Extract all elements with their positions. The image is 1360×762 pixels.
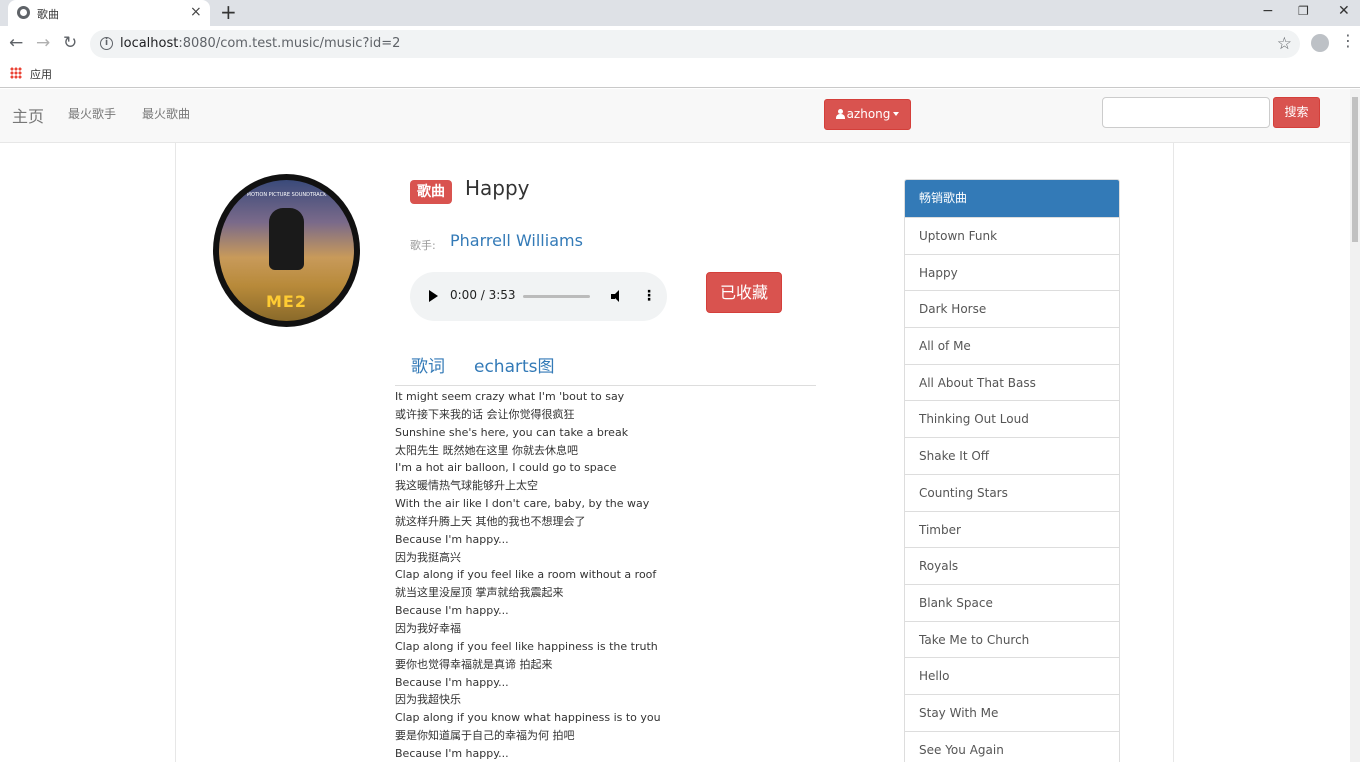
profile-avatar-icon[interactable] <box>1311 34 1329 52</box>
audio-player: 0:00 / 3:53 ⋮ <box>410 272 667 321</box>
song-badge: 歌曲 <box>410 180 452 204</box>
scrollbar-thumb[interactable] <box>1352 97 1358 242</box>
bestseller-item[interactable]: Thinking Out Loud <box>905 400 1119 437</box>
nav-top-singers-link[interactable]: 最火歌手 <box>68 105 116 122</box>
main-container: MOTION PICTURE SOUNDTRACK ME2 歌曲 Happy 歌… <box>175 143 1174 762</box>
forward-icon[interactable]: → <box>36 33 50 53</box>
lyric-line: Sunshine she's here, you can take a brea… <box>395 425 629 439</box>
lyric-line: 要是你知道属于自己的幸福为何 拍吧 <box>395 729 575 743</box>
play-icon[interactable] <box>429 290 438 302</box>
bestseller-panel: 畅销歌曲 Uptown Funk Happy Dark Horse All of Me… <box>904 179 1120 762</box>
tab-close-icon[interactable]: × <box>190 4 202 20</box>
lyric-line: Clap along if you know what happiness is… <box>395 711 661 725</box>
lyric-line: Clap along if you feel like a room witho… <box>395 568 657 582</box>
site-navbar: 主页 最火歌手 最火歌曲 azhong 搜索 <box>0 89 1350 143</box>
lyric-line: I'm a hot air balloon, I could go to spa… <box>395 461 617 475</box>
page-scrollbar[interactable] <box>1350 89 1360 762</box>
search-input[interactable] <box>1102 97 1270 128</box>
user-dropdown-button[interactable]: azhong <box>824 99 911 130</box>
bookmark-star-icon[interactable]: ☆ <box>1277 34 1292 54</box>
window-close-icon[interactable]: ✕ <box>1338 2 1350 20</box>
bestseller-item[interactable]: All About That Bass <box>905 363 1119 401</box>
browser-toolbar: ← → ↻ i localhost:8080/com.test.music/mu… <box>0 26 1360 62</box>
cover-tagline: MOTION PICTURE SOUNDTRACK <box>246 192 327 198</box>
favorite-button[interactable]: 已收藏 <box>706 272 782 313</box>
caret-down-icon <box>893 112 900 116</box>
bestseller-item[interactable]: Happy <box>905 253 1119 291</box>
bestseller-item[interactable]: Counting Stars <box>905 473 1119 511</box>
bookmarks-bar: 应用 <box>0 62 1360 88</box>
lyric-line: Clap along if you feel like happiness is… <box>395 639 658 653</box>
lyric-line: 要你也觉得幸福就是真谛 拍起来 <box>395 657 553 671</box>
lyric-line: Because I'm happy... <box>395 746 509 760</box>
lyric-line: With the air like I don't care, baby, by… <box>395 497 650 511</box>
lyric-line: Because I'm happy... <box>395 675 509 689</box>
player-time: 0:00 / 3:53 <box>450 288 516 302</box>
bestseller-item[interactable]: Hello <box>905 657 1119 694</box>
tab-title: 歌曲 <box>37 8 59 21</box>
lyric-line: 我这暖情热气球能够升上太空 <box>395 479 538 493</box>
tabs-divider <box>395 385 816 386</box>
url-path: :8080/com.test.music/music?id=2 <box>178 36 401 51</box>
back-icon[interactable]: ← <box>9 33 23 53</box>
bestseller-item[interactable]: Timber <box>905 510 1119 548</box>
bestseller-item[interactable]: Dark Horse <box>905 290 1119 327</box>
album-art: MOTION PICTURE SOUNDTRACK ME2 <box>219 180 354 321</box>
lyric-line: 因为我超快乐 <box>395 693 461 707</box>
search-button[interactable]: 搜索 <box>1273 97 1320 128</box>
lyrics-panel: It might seem crazy what I'm 'bout to sa… <box>395 388 815 762</box>
player-menu-icon[interactable]: ⋮ <box>642 288 656 304</box>
new-tab-icon[interactable]: + <box>220 1 237 23</box>
bestseller-item[interactable]: Shake It Off <box>905 437 1119 474</box>
cover-logo: ME2 <box>266 292 307 311</box>
panel-heading: 畅销歌曲 <box>905 180 1119 217</box>
bestseller-item[interactable]: Take Me to Church <box>905 620 1119 658</box>
bestseller-item[interactable]: All of Me <box>905 327 1119 364</box>
lyric-line: 因为我挺高兴 <box>395 550 461 564</box>
minimize-icon[interactable]: − <box>1262 2 1274 20</box>
singer-label: 歌手: <box>410 239 436 252</box>
browser-menu-icon[interactable]: ⋮ <box>1340 31 1356 51</box>
lyric-line: Because I'm happy... <box>395 532 509 546</box>
lyric-line: 或许接下来我的话 会让你觉得很疯狂 <box>395 407 575 421</box>
user-icon <box>835 109 845 119</box>
lyric-line: 因为我好幸福 <box>395 621 461 635</box>
browser-tab[interactable]: 歌曲 × <box>8 0 210 26</box>
lyric-line: 就这样升腾上天 其他的我也不想理会了 <box>395 514 586 528</box>
album-cover: MOTION PICTURE SOUNDTRACK ME2 <box>213 174 360 327</box>
page-viewport: 主页 最火歌手 最火歌曲 azhong 搜索 MOTION PICTURE SO… <box>0 89 1360 762</box>
bestseller-list: Uptown Funk Happy Dark Horse All of Me All A… <box>905 217 1119 762</box>
bestseller-item[interactable]: Stay With Me <box>905 693 1119 731</box>
song-title: Happy <box>465 176 530 200</box>
volume-icon[interactable] <box>611 290 623 303</box>
restore-icon[interactable]: ❐ <box>1298 2 1309 20</box>
url-text: localhost:8080/com.test.music/music?id=2 <box>120 36 400 51</box>
bestseller-item[interactable]: Royals <box>905 547 1119 584</box>
apps-bookmark[interactable]: 应用 <box>30 66 52 82</box>
bestseller-item[interactable]: See You Again <box>905 730 1119 762</box>
info-icon[interactable]: i <box>100 37 113 50</box>
lyric-line: 就当这里没屋顶 掌声就给我震起来 <box>395 586 564 600</box>
reload-icon[interactable]: ↻ <box>63 33 77 53</box>
globe-icon <box>17 6 30 19</box>
nav-top-songs-link[interactable]: 最火歌曲 <box>142 105 190 122</box>
seek-bar[interactable] <box>523 295 590 298</box>
user-name: azhong <box>846 107 891 121</box>
tab-echarts[interactable]: echarts图 <box>474 352 555 377</box>
lyric-line: It might seem crazy what I'm 'bout to sa… <box>395 390 625 403</box>
lyric-line: 太阳先生 既然她在这里 你就去休息吧 <box>395 443 578 457</box>
bestseller-item[interactable]: Blank Space <box>905 583 1119 621</box>
singer-link[interactable]: Pharrell Williams <box>450 231 583 250</box>
lyric-line: Because I'm happy... <box>395 604 509 618</box>
cover-figure <box>269 208 304 270</box>
nav-home-link[interactable]: 主页 <box>12 103 44 127</box>
url-host: localhost <box>120 36 179 51</box>
browser-tabstrip: 歌曲 × + − ❐ ✕ <box>0 0 1360 26</box>
address-bar[interactable]: i localhost:8080/com.test.music/music?id… <box>90 30 1300 58</box>
tab-lyrics[interactable]: 歌词 <box>411 352 445 377</box>
apps-grid-icon[interactable] <box>10 67 22 79</box>
bestseller-item[interactable]: Uptown Funk <box>905 217 1119 254</box>
